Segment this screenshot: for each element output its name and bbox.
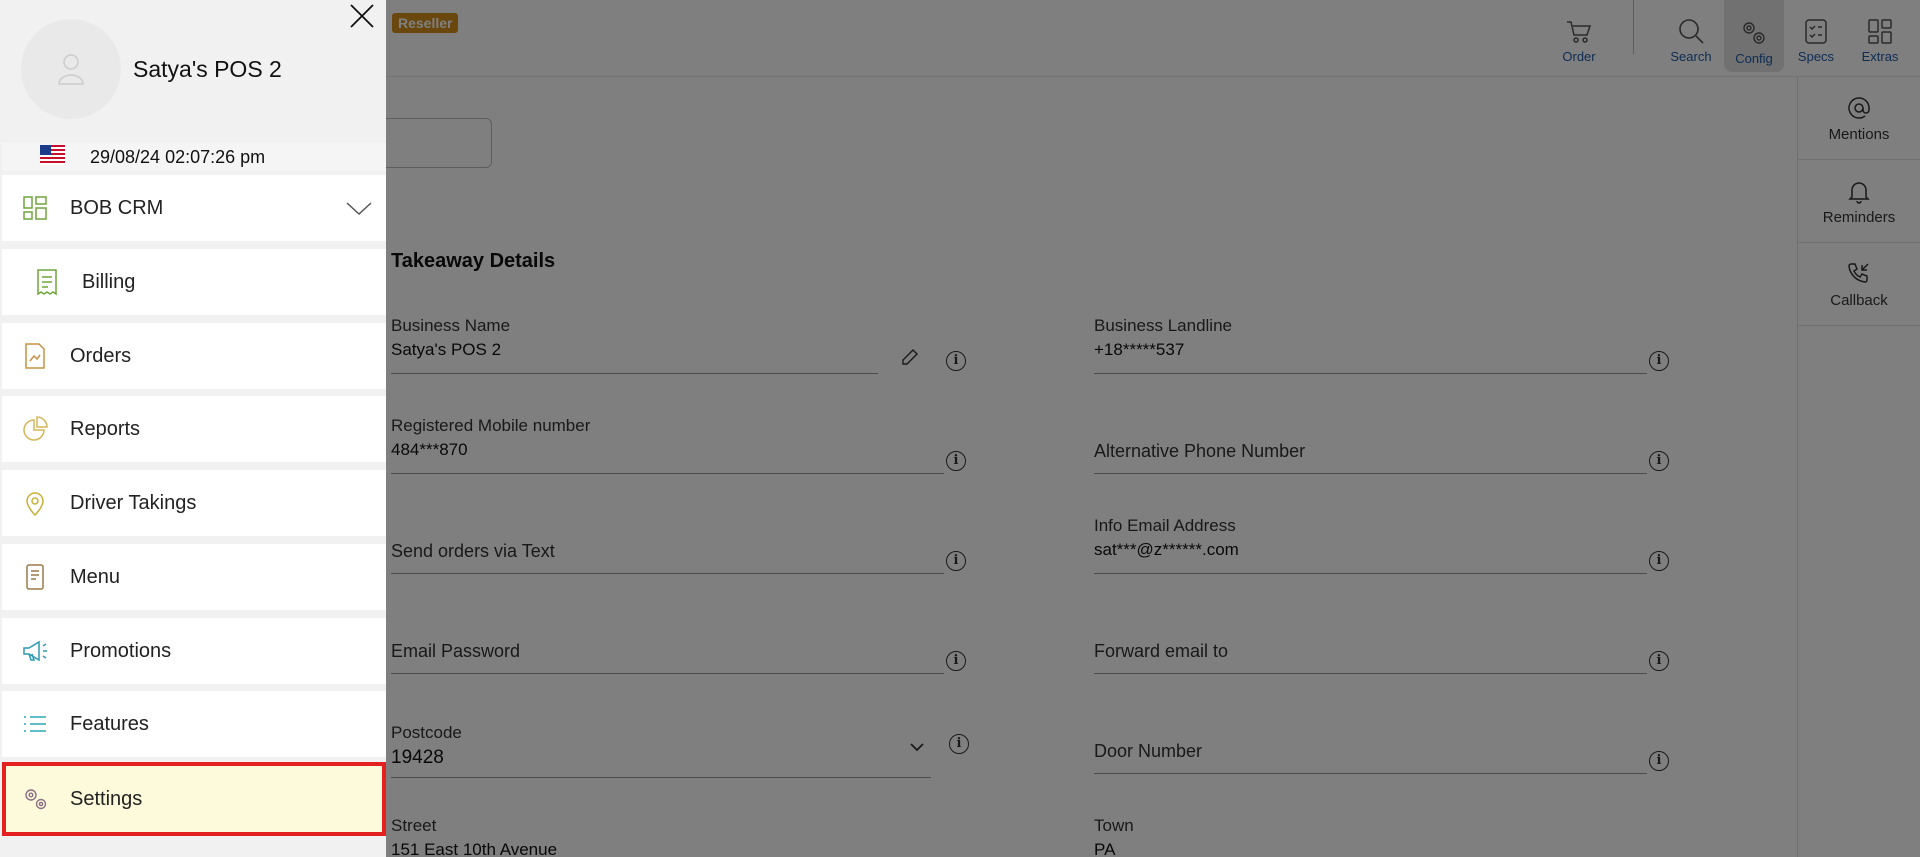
list-icon	[24, 716, 46, 732]
receipt-icon	[37, 269, 57, 296]
chevron-down-icon[interactable]	[345, 197, 373, 219]
menu-label-driver-takings: Driver Takings	[70, 491, 197, 514]
menu-item-billing[interactable]: Billing	[2, 249, 386, 315]
pie-chart-icon	[23, 416, 48, 441]
close-icon[interactable]	[346, 0, 378, 32]
menu-label-bob-crm: BOB CRM	[70, 196, 164, 219]
settings-gears-icon	[25, 789, 47, 810]
side-drawer: Satya's POS 2 29/08/24 02:07:26 pm BOB C…	[0, 0, 386, 857]
menu-label-reports: Reports	[70, 417, 141, 440]
store-name: Satya's POS 2	[133, 56, 282, 82]
datetime-row: 29/08/24 02:07:26 pm	[2, 143, 386, 171]
us-flag-icon	[40, 145, 65, 165]
menu-card-icon	[26, 564, 44, 590]
menu-label-billing: Billing	[82, 270, 136, 293]
menu-item-driver-takings[interactable]: Driver Takings	[2, 470, 386, 536]
menu-label-settings: Settings	[70, 787, 143, 810]
menu-item-promotions[interactable]: Promotions	[2, 618, 386, 684]
menu-item-settings[interactable]: Settings	[2, 762, 386, 836]
menu-label-features: Features	[70, 712, 149, 735]
menu-item-features[interactable]: Features	[2, 691, 386, 757]
avatar	[21, 19, 121, 119]
menu-item-bob-crm[interactable]: BOB CRM	[2, 175, 386, 241]
datetime: 29/08/24 02:07:26 pm	[90, 147, 266, 167]
menu-label-orders: Orders	[70, 344, 132, 367]
location-pin-icon	[26, 492, 44, 517]
menu-item-menu[interactable]: Menu	[2, 544, 386, 610]
orders-icon	[25, 343, 45, 369]
user-icon	[58, 54, 84, 85]
dashboard-icon	[23, 196, 47, 220]
menu-label-menu: Menu	[70, 565, 121, 588]
menu-item-orders[interactable]: Orders	[2, 323, 386, 389]
menu-item-reports[interactable]: Reports	[2, 396, 386, 462]
menu-label-promotions: Promotions	[70, 639, 172, 662]
megaphone-icon	[23, 640, 47, 662]
